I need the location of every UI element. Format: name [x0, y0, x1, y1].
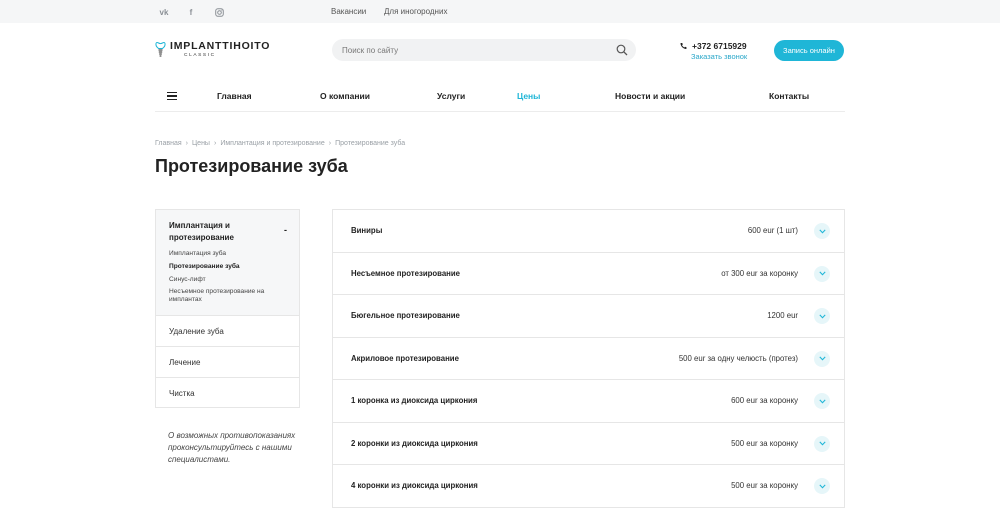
phone-icon: [680, 43, 687, 49]
contraindications-note: О возможных противопоказаниях проконсуль…: [168, 431, 296, 464]
page-title: Протезирование зуба: [155, 156, 348, 176]
instagram-icon[interactable]: [212, 5, 226, 19]
sidebar-sub-fixed-on-implants[interactable]: Несъемное протезирование на имплантах: [169, 288, 287, 304]
price-row-veneers[interactable]: Виниры 600 eur (1 шт): [333, 210, 844, 253]
price-row-clasp-prosthetics[interactable]: Бюгельное протезирование 1200 eur: [333, 295, 844, 338]
price-row-name: 4 коронки из диоксида циркония: [351, 481, 478, 490]
nav-prices[interactable]: Цены: [517, 91, 540, 101]
out-of-town-link[interactable]: Для иногородних: [384, 7, 447, 16]
price-list: Виниры 600 eur (1 шт) Несъемное протезир…: [332, 209, 845, 508]
sidebar-sub-prosthetics[interactable]: Протезирование зуба: [169, 263, 240, 271]
breadcrumb-prices[interactable]: Цены: [192, 140, 210, 147]
price-row-name: 1 коронка из диоксида циркония: [351, 396, 478, 405]
search-bar: [332, 39, 636, 61]
sidebar-group-title[interactable]: Имплантация и протезирование: [169, 220, 269, 244]
nav-services[interactable]: Услуги: [437, 91, 465, 101]
phone-block: +372 6715929: [680, 41, 747, 51]
main-nav: Главная О компании Услуги Цены Новости и…: [155, 80, 845, 112]
price-row-value: 600 eur (1 шт): [747, 226, 798, 235]
facebook-icon[interactable]: f: [184, 5, 198, 19]
nav-news[interactable]: Новости и акции: [615, 91, 685, 101]
menu-icon[interactable]: [167, 92, 177, 100]
sidebar-item-cleaning[interactable]: Чистка: [156, 378, 299, 409]
price-row-name: 2 коронки из диоксида циркония: [351, 438, 478, 448]
callback-link[interactable]: Заказать звонок: [691, 52, 747, 61]
search-input[interactable]: [342, 39, 612, 61]
chevron-down-icon[interactable]: [814, 393, 830, 409]
breadcrumb-separator: ›: [185, 140, 188, 147]
site-logo[interactable]: IMPLANTTIHOITO CLASSIC: [155, 41, 270, 58]
price-row-value: 500 eur за коронку: [731, 481, 798, 490]
chevron-down-icon[interactable]: [814, 223, 830, 239]
price-row-name: Акриловое протезирование: [351, 353, 459, 363]
vacancies-link[interactable]: Вакансии: [331, 7, 366, 16]
chevron-down-icon[interactable]: [814, 435, 830, 452]
price-row-value: 500 eur за коронку: [731, 438, 798, 448]
search-icon[interactable]: [616, 44, 628, 56]
price-row-acrylic-prosthetics[interactable]: Акриловое протезирование 500 eur за одну…: [333, 338, 844, 380]
logo-subtitle: CLASSIC: [184, 52, 216, 58]
price-row-name: Бюгельное протезирование: [351, 311, 460, 320]
sidebar-item-label: Удаление зуба: [169, 327, 224, 336]
sidebar-item-label: Лечение: [169, 358, 201, 367]
sidebar-item-extraction[interactable]: Удаление зуба: [156, 316, 299, 347]
category-sidebar: Имплантация и протезирование - Имплантац…: [155, 209, 300, 408]
tooth-implant-icon: [155, 42, 166, 57]
price-row-zirconia-1[interactable]: 1 коронка из диоксида циркония 600 eur з…: [333, 380, 844, 423]
phone-number[interactable]: +372 6715929: [692, 41, 747, 51]
price-row-value: от 300 eur за коронку: [721, 268, 798, 278]
breadcrumb-current: Протезирование зуба: [335, 140, 406, 147]
logo-wordmark: IMPLANTTIHOITO: [170, 40, 271, 52]
online-booking-button[interactable]: Запись онлайн: [774, 40, 844, 61]
price-row-name: Несъемное протезирование: [351, 268, 461, 278]
price-row-value: 500 eur за одну челюсть (протез): [678, 353, 798, 363]
price-row-value: 1200 eur: [767, 311, 798, 320]
price-row-zirconia-4[interactable]: 4 коронки из диоксида циркония 500 eur з…: [333, 465, 844, 508]
chevron-down-icon[interactable]: [814, 478, 830, 494]
price-row-value: 600 eur за коронку: [731, 396, 798, 405]
chevron-down-icon[interactable]: [814, 308, 830, 324]
breadcrumb-separator: ›: [213, 140, 217, 147]
price-row-fixed-prosthetics[interactable]: Несъемное протезирование от 300 eur за к…: [333, 253, 844, 295]
price-row-name: Виниры: [351, 226, 383, 235]
sidebar-item-label: Чистка: [169, 389, 195, 398]
nav-contacts[interactable]: Контакты: [769, 91, 809, 101]
nav-about[interactable]: О компании: [320, 91, 370, 101]
sidebar-sub-implantation[interactable]: Имплантация зуба: [169, 250, 226, 258]
chevron-down-icon[interactable]: [814, 265, 830, 282]
breadcrumb-home[interactable]: Главная: [155, 140, 182, 147]
nav-home[interactable]: Главная: [217, 91, 252, 101]
top-utility-bar: vk f Вакансии Для иногородних: [0, 0, 1000, 23]
vk-icon[interactable]: vk: [157, 5, 171, 19]
price-row-zirconia-2[interactable]: 2 коронки из диоксида циркония 500 eur з…: [333, 423, 844, 465]
collapse-icon[interactable]: -: [284, 225, 287, 235]
chevron-down-icon[interactable]: [814, 350, 830, 367]
sidebar-group-implantation: Имплантация и протезирование - Имплантац…: [156, 210, 299, 316]
sidebar-sub-sinus-lift[interactable]: Синус-лифт: [169, 276, 206, 284]
breadcrumb-implantation[interactable]: Имплантация и протезирование: [220, 140, 324, 147]
breadcrumb-separator: ›: [328, 140, 332, 147]
breadcrumb: Главная › Цены › Имплантация и протезировани…: [155, 140, 405, 147]
sidebar-item-treatment[interactable]: Лечение: [156, 347, 299, 378]
